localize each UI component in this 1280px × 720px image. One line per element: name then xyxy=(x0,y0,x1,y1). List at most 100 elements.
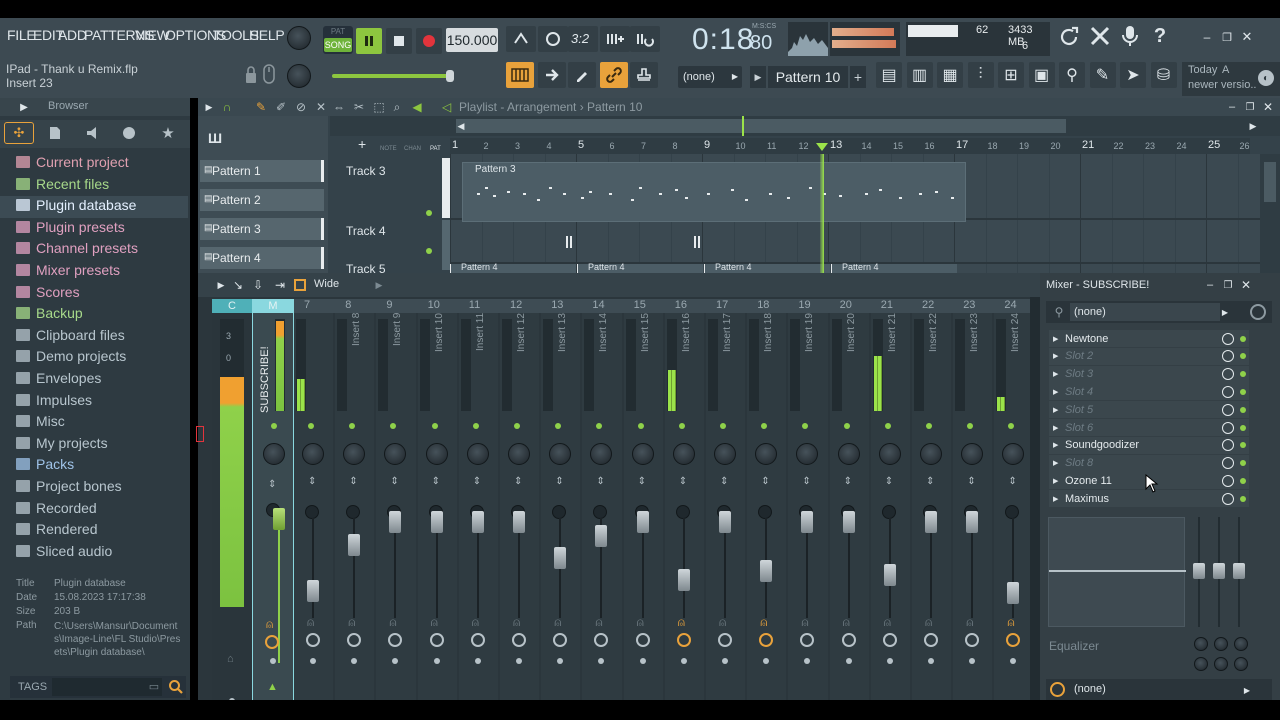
pattern-selector[interactable]: Pattern 10 xyxy=(768,66,848,88)
lock-icon[interactable] xyxy=(245,66,257,84)
subscribe-pan-knob[interactable] xyxy=(263,443,285,465)
effect-slot-7[interactable]: ▶ Soundgoodizer xyxy=(1049,436,1249,454)
strip-stereo-icon[interactable]: ⇕ xyxy=(967,476,975,487)
subscribe-send-icon[interactable] xyxy=(265,635,279,649)
strip-enable-led[interactable] xyxy=(637,423,644,429)
strip-volume-fader[interactable] xyxy=(760,560,773,583)
strip-route-icon[interactable]: ⍝ xyxy=(678,615,685,630)
strip-volume-fader[interactable] xyxy=(842,510,855,533)
eq-fader-low[interactable] xyxy=(1193,563,1205,579)
playhead-marker[interactable] xyxy=(816,140,828,151)
strip-stereo-icon[interactable]: ⇕ xyxy=(1008,476,1016,487)
strip-send-icon[interactable] xyxy=(306,633,320,647)
insert-strip-15[interactable]: Insert 15 ⇕ ⍝ xyxy=(623,313,663,700)
strip-enable-led[interactable] xyxy=(884,423,891,429)
strip-pan-knob[interactable] xyxy=(672,443,695,465)
strip-route-icon[interactable]: ⍝ xyxy=(472,615,479,630)
browser-item-recent-files[interactable]: Recent files xyxy=(16,174,109,194)
subscribe-led[interactable] xyxy=(271,423,277,429)
insert-strip-12[interactable]: Insert 12 ⇕ ⍝ xyxy=(500,313,540,700)
insert-number-10[interactable]: 10 xyxy=(428,299,440,311)
scroll-left-icon[interactable]: ◀ xyxy=(456,119,466,133)
strip-enable-led[interactable] xyxy=(390,423,397,429)
strip-stereo-knob[interactable] xyxy=(346,505,361,519)
link-button[interactable] xyxy=(600,62,628,88)
strip-route-icon[interactable]: ⍝ xyxy=(884,615,891,630)
slot-mix-knob[interactable] xyxy=(1222,474,1234,487)
patcher-window-button[interactable]: ⊞ xyxy=(998,62,1024,88)
strip-enable-led[interactable] xyxy=(1008,423,1015,429)
insert-strip-11[interactable]: Insert 11 ⇕ ⍝ xyxy=(458,313,498,700)
insert-number-23[interactable]: 23 xyxy=(963,299,975,311)
picker-pattern-4[interactable]: ▤ Pattern 4 xyxy=(200,247,324,269)
mute-tool-icon[interactable]: ✕ xyxy=(314,100,328,114)
strip-stereo-icon[interactable]: ⇕ xyxy=(885,476,893,487)
insert-strip-22[interactable]: Insert 22 ⇕ ⍝ xyxy=(912,313,952,700)
playlist-vscroll[interactable] xyxy=(1260,154,1280,273)
slot-arrow-icon[interactable]: ▶ xyxy=(1053,495,1063,503)
strip-pan-knob[interactable] xyxy=(631,443,654,465)
strip-enable-led[interactable] xyxy=(555,423,562,429)
strip-route-icon[interactable]: ⍝ xyxy=(389,615,396,630)
mixer-panel-close-icon[interactable]: ✕ xyxy=(1240,278,1252,292)
insert-number-7[interactable]: 7 xyxy=(304,299,310,311)
strip-send-icon[interactable] xyxy=(965,633,980,647)
master-pitch-knob[interactable] xyxy=(287,64,311,88)
insert-number-17[interactable]: 17 xyxy=(716,299,728,311)
slot-arrow-icon[interactable]: ▶ xyxy=(1053,335,1063,343)
insert-number-16[interactable]: 16 xyxy=(675,299,687,311)
input-latency-icon[interactable] xyxy=(1250,304,1266,320)
strip-stereo-knob[interactable] xyxy=(305,505,319,519)
insert-number-24[interactable]: 24 xyxy=(1004,299,1016,311)
browser-tab-favorites-icon[interactable]: ★ xyxy=(160,125,176,142)
master-volume-knob[interactable] xyxy=(287,26,311,50)
insert-strip-13[interactable]: Insert 13 ⇕ ⍝ xyxy=(541,313,581,700)
strip-enable-led[interactable] xyxy=(678,423,685,429)
channel-rack-window-button[interactable]: ▦ xyxy=(937,62,963,88)
touch-controller-window-button[interactable]: ✎ xyxy=(1089,62,1116,88)
strip-volume-fader[interactable] xyxy=(883,563,896,586)
playlist-scrollbar[interactable] xyxy=(456,119,1066,133)
browser-item-sliced-audio[interactable]: Sliced audio xyxy=(16,541,112,561)
effect-slot-5[interactable]: ▶ Slot 5 xyxy=(1049,401,1249,419)
insert-strip-9[interactable]: Insert 9 ⇕ ⍝ xyxy=(376,313,416,700)
insert-strip-19[interactable]: Insert 19 ⇕ ⍝ xyxy=(788,313,828,700)
strip-volume-fader[interactable] xyxy=(430,510,443,533)
slot-enable-led[interactable] xyxy=(1240,371,1246,378)
strip-route-icon[interactable]: ⍝ xyxy=(348,615,355,630)
playback-tool-icon[interactable]: ◀ xyxy=(410,100,424,114)
strip-stereo-icon[interactable]: ⇕ xyxy=(761,476,769,487)
slot-mix-knob[interactable] xyxy=(1222,350,1234,363)
strip-stereo-icon[interactable]: ⇕ xyxy=(308,476,316,487)
pat-song-toggle[interactable]: PAT SONG xyxy=(323,26,353,54)
strip-stereo-icon[interactable]: ⇕ xyxy=(473,476,481,487)
slot-enable-led[interactable] xyxy=(1240,424,1246,431)
eq-knob-5[interactable] xyxy=(1214,657,1228,671)
master-route-icon[interactable]: ⌂ xyxy=(227,653,237,667)
strip-pan-knob[interactable] xyxy=(961,443,984,465)
close-icon[interactable]: ✕ xyxy=(1240,29,1254,44)
browser-item-backup[interactable]: Backup xyxy=(16,303,83,323)
add-track-icon[interactable]: + xyxy=(358,136,366,152)
mixer-output-select[interactable]: (none) xyxy=(1074,683,1106,695)
strip-stereo-icon[interactable]: ⇕ xyxy=(432,476,440,487)
slot-arrow-icon[interactable]: ▶ xyxy=(1053,352,1063,360)
strip-pan-knob[interactable] xyxy=(590,443,613,465)
strip-volume-fader[interactable] xyxy=(801,510,814,533)
mixer-tool-2-icon[interactable]: ⇩ xyxy=(250,277,266,293)
strip-stereo-knob[interactable] xyxy=(675,505,690,519)
slot-mix-knob[interactable] xyxy=(1222,421,1234,434)
strip-volume-fader[interactable] xyxy=(595,525,608,547)
strip-enable-led[interactable] xyxy=(308,423,314,429)
news-panel[interactable]: Today A newer versio.. ◐ xyxy=(1182,62,1280,96)
browser-item-envelopes[interactable]: Envelopes xyxy=(16,368,101,388)
strip-send-icon[interactable] xyxy=(594,633,609,647)
tools-icon[interactable] xyxy=(1088,24,1112,48)
insert-number-15[interactable]: 15 xyxy=(634,299,646,311)
strip-route-icon[interactable]: ⍝ xyxy=(760,615,767,630)
strip-enable-led[interactable] xyxy=(843,423,850,429)
effect-slot-3[interactable]: ▶ Slot 3 xyxy=(1049,365,1249,383)
strip-volume-fader[interactable] xyxy=(389,510,402,533)
insert-strip-7[interactable]: ⇕ ⍝ xyxy=(294,313,334,700)
strip-send-icon[interactable] xyxy=(635,633,650,647)
